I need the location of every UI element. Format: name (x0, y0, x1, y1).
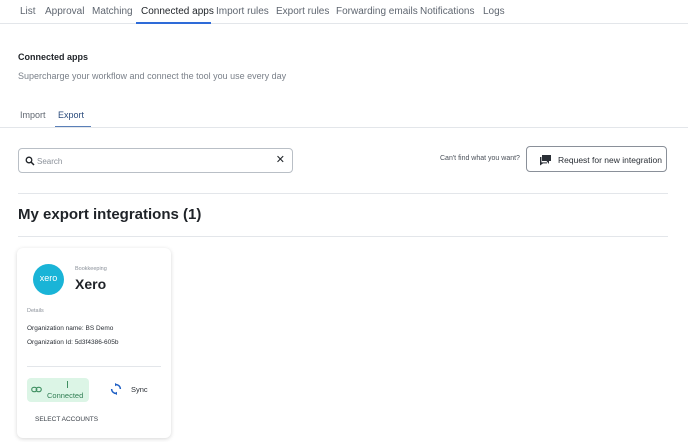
select-accounts-link[interactable]: SELECT ACCOUNTS (35, 416, 98, 423)
card-divider (27, 366, 161, 367)
divider (18, 236, 668, 237)
section-title: My export integrations (1) (18, 206, 202, 223)
tab-notifications[interactable]: Notifications (420, 6, 474, 17)
search-icon (25, 156, 35, 166)
divider (18, 193, 668, 194)
close-icon[interactable]: ✕ (276, 155, 285, 166)
active-tab-indicator (136, 22, 211, 24)
connected-status-badge: Connected (27, 378, 89, 402)
search-box: ✕ (18, 148, 293, 173)
subtabs-divider (0, 127, 688, 128)
integration-category: Bookkeeping (75, 266, 107, 272)
request-integration-label: Request for new integration (558, 155, 662, 165)
tab-logs[interactable]: Logs (483, 6, 505, 17)
chat-icon (540, 155, 551, 166)
status-divider (67, 381, 68, 388)
request-integration-button[interactable]: Request for new integration (526, 146, 667, 172)
tab-connected-apps[interactable]: Connected apps (141, 6, 214, 17)
connected-label: Connected (47, 391, 84, 400)
page-title: Connected apps (18, 52, 89, 62)
organization-id: Organization Id: 5d3f4386-605b (27, 339, 119, 346)
tab-import-rules[interactable]: Import rules (216, 6, 269, 17)
tab-matching[interactable]: Matching (92, 6, 133, 17)
tab-export-rules[interactable]: Export rules (276, 6, 329, 17)
organization-name: Organization name: BS Demo (27, 325, 114, 332)
top-nav: List Approval Matching Connected apps Im… (0, 0, 688, 24)
integration-name: Xero (75, 276, 107, 292)
xero-logo-text: xero (39, 273, 58, 283)
search-input[interactable] (37, 154, 267, 168)
details-label: Details (27, 308, 44, 314)
tab-approval[interactable]: Approval (45, 6, 84, 17)
page-subtitle: Supercharge your workflow and connect th… (18, 71, 287, 81)
tab-forwarding-emails[interactable]: Forwarding emails (336, 6, 418, 17)
integration-card-xero: xero Bookkeeping Xero Details Organizati… (17, 248, 171, 438)
xero-logo: xero (33, 264, 64, 295)
cant-find-text: Can't find what you want? (440, 155, 520, 162)
subtab-export[interactable]: Export (58, 110, 84, 120)
subtab-import[interactable]: Import (20, 110, 46, 120)
link-icon (31, 386, 42, 393)
sync-label: Sync (131, 385, 148, 394)
sync-icon (110, 383, 122, 395)
tab-list[interactable]: List (20, 6, 36, 17)
